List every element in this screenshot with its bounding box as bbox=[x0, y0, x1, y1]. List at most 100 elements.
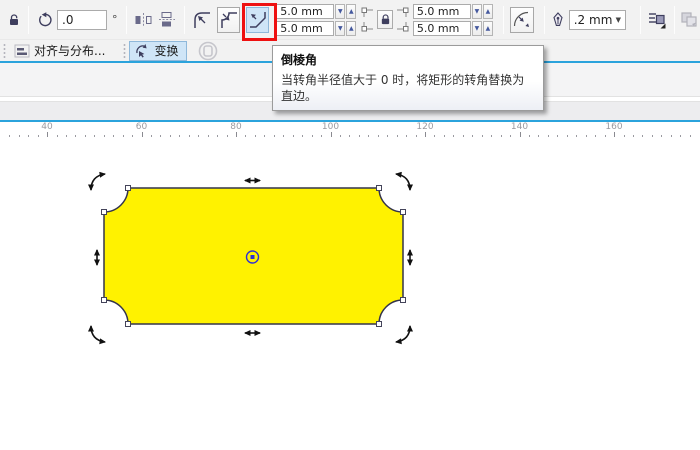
ruler-minor-tick bbox=[586, 135, 587, 137]
ruler-minor-tick bbox=[104, 135, 105, 137]
ruler-major-tick bbox=[425, 132, 426, 137]
mirror-vertical-icon[interactable] bbox=[158, 11, 176, 28]
ruler-minor-tick bbox=[189, 135, 190, 137]
ruler-minor-tick bbox=[283, 135, 284, 137]
separator bbox=[640, 6, 641, 34]
separator bbox=[674, 6, 675, 34]
drawing-canvas[interactable]: 406080100120140160 bbox=[0, 122, 700, 450]
ruler-label: 40 bbox=[41, 122, 52, 132]
spin-up-icon[interactable]: ▲ bbox=[346, 21, 356, 36]
left-corner-indicators bbox=[361, 7, 374, 32]
ruler-major-tick bbox=[47, 132, 48, 137]
edit-corners-together-lock-button[interactable] bbox=[377, 10, 393, 29]
lock-ratio-icon[interactable] bbox=[8, 13, 20, 27]
spin-down-icon[interactable]: ▼ bbox=[472, 21, 482, 36]
ruler-minor-tick bbox=[349, 135, 350, 137]
ruler-major-tick bbox=[331, 132, 332, 137]
ruler-minor-tick bbox=[567, 135, 568, 137]
ruler-minor-tick bbox=[548, 135, 549, 137]
toolbar-grip[interactable] bbox=[123, 43, 126, 58]
ruler-minor-tick bbox=[255, 135, 256, 137]
ruler-minor-tick bbox=[9, 135, 10, 137]
annotation-red-box bbox=[242, 3, 277, 41]
relative-corner-scaling-button[interactable] bbox=[510, 7, 534, 33]
transform-button[interactable]: 变换 bbox=[129, 41, 187, 61]
spin-down-icon[interactable]: ▼ bbox=[472, 4, 482, 19]
ruler-minor-tick bbox=[444, 135, 445, 137]
ruler-minor-tick bbox=[605, 135, 606, 137]
ruler-major-tick bbox=[614, 132, 615, 137]
ruler-minor-tick bbox=[368, 135, 369, 137]
ruler-label: 160 bbox=[605, 122, 622, 132]
ruler-minor-tick bbox=[557, 135, 558, 137]
app-window: ° ▼ ▲ ▼ ▲ bbox=[0, 0, 700, 450]
ruler-minor-tick bbox=[94, 135, 95, 137]
top-right-radius-input[interactable] bbox=[413, 4, 471, 19]
ruler-minor-tick bbox=[633, 135, 634, 137]
spin-up-icon[interactable]: ▲ bbox=[483, 21, 493, 36]
ruler-minor-tick bbox=[38, 135, 39, 137]
ruler-minor-tick bbox=[198, 135, 199, 137]
ruler-minor-tick bbox=[28, 135, 29, 137]
ruler-minor-tick bbox=[406, 135, 407, 137]
ruler-minor-tick bbox=[321, 135, 322, 137]
align-distribute-label: 对齐与分布... bbox=[34, 42, 105, 59]
ruler-minor-tick bbox=[19, 135, 20, 137]
spin-down-icon[interactable]: ▼ bbox=[335, 21, 345, 36]
ruler-minor-tick bbox=[690, 135, 691, 137]
mirror-horizontal-icon[interactable] bbox=[134, 12, 153, 28]
ruler-label: 120 bbox=[416, 122, 433, 132]
outline-width-value: .2 mm bbox=[574, 13, 613, 27]
separator bbox=[503, 6, 504, 34]
ruler-minor-tick bbox=[453, 135, 454, 137]
separator bbox=[126, 6, 127, 34]
ruler-minor-tick bbox=[151, 135, 152, 137]
ruler-minor-tick bbox=[264, 135, 265, 137]
rotation-angle-input[interactable] bbox=[57, 10, 107, 30]
shape-tool-icon-disabled bbox=[197, 41, 219, 61]
ruler-minor-tick bbox=[274, 135, 275, 137]
convert-to-curves-icon-disabled bbox=[680, 11, 700, 29]
ruler-major-tick bbox=[142, 132, 143, 137]
ruler-minor-tick bbox=[66, 135, 67, 137]
wrap-text-icon[interactable] bbox=[647, 10, 666, 29]
ruler-minor-tick bbox=[510, 135, 511, 137]
ruler-minor-tick bbox=[501, 135, 502, 137]
ruler-minor-tick bbox=[123, 135, 124, 137]
separator bbox=[28, 6, 29, 34]
ruler-minor-tick bbox=[529, 135, 530, 137]
ruler-minor-tick bbox=[642, 135, 643, 137]
tooltip: 倒棱角 当转角半径值大于 0 时，将矩形的转角替换为 直边。 bbox=[272, 45, 544, 111]
ruler-minor-tick bbox=[595, 135, 596, 137]
tooltip-text-line1: 当转角半径值大于 0 时，将矩形的转角替换为 bbox=[281, 72, 535, 88]
ruler-minor-tick bbox=[624, 135, 625, 137]
round-corner-button[interactable] bbox=[191, 7, 214, 33]
ruler-minor-tick bbox=[85, 135, 86, 137]
rotation-angle-icon bbox=[37, 12, 53, 28]
spin-up-icon[interactable]: ▲ bbox=[483, 4, 493, 19]
scalloped-corner-button[interactable] bbox=[217, 7, 240, 33]
align-distribute-button[interactable]: 对齐与分布... bbox=[10, 41, 113, 61]
spin-down-icon[interactable]: ▼ bbox=[335, 4, 345, 19]
ruler-major-tick bbox=[236, 132, 237, 137]
ruler-label: 80 bbox=[230, 122, 241, 132]
ruler-minor-tick bbox=[491, 135, 492, 137]
bottom-left-radius-input[interactable] bbox=[276, 21, 334, 36]
toolbar-grip[interactable] bbox=[3, 43, 6, 58]
separator bbox=[544, 6, 545, 34]
property-bar: ° ▼ ▲ ▼ ▲ bbox=[0, 0, 700, 39]
ruler-minor-tick bbox=[472, 135, 473, 137]
ruler-minor-tick bbox=[227, 135, 228, 137]
tooltip-text-line2: 直边。 bbox=[281, 88, 535, 104]
ruler-minor-tick bbox=[340, 135, 341, 137]
ruler-minor-tick bbox=[397, 135, 398, 137]
spin-up-icon[interactable]: ▲ bbox=[346, 4, 356, 19]
tooltip-title: 倒棱角 bbox=[281, 51, 535, 68]
ruler-minor-tick bbox=[179, 135, 180, 137]
ruler-minor-tick bbox=[434, 135, 435, 137]
outline-pen-icon bbox=[551, 12, 565, 28]
combo-dropdown-icon[interactable]: ▼ bbox=[616, 16, 621, 24]
bottom-right-radius-input[interactable] bbox=[413, 21, 471, 36]
top-left-radius-input[interactable] bbox=[276, 4, 334, 19]
outline-width-combobox[interactable]: .2 mm ▼ bbox=[569, 10, 626, 30]
